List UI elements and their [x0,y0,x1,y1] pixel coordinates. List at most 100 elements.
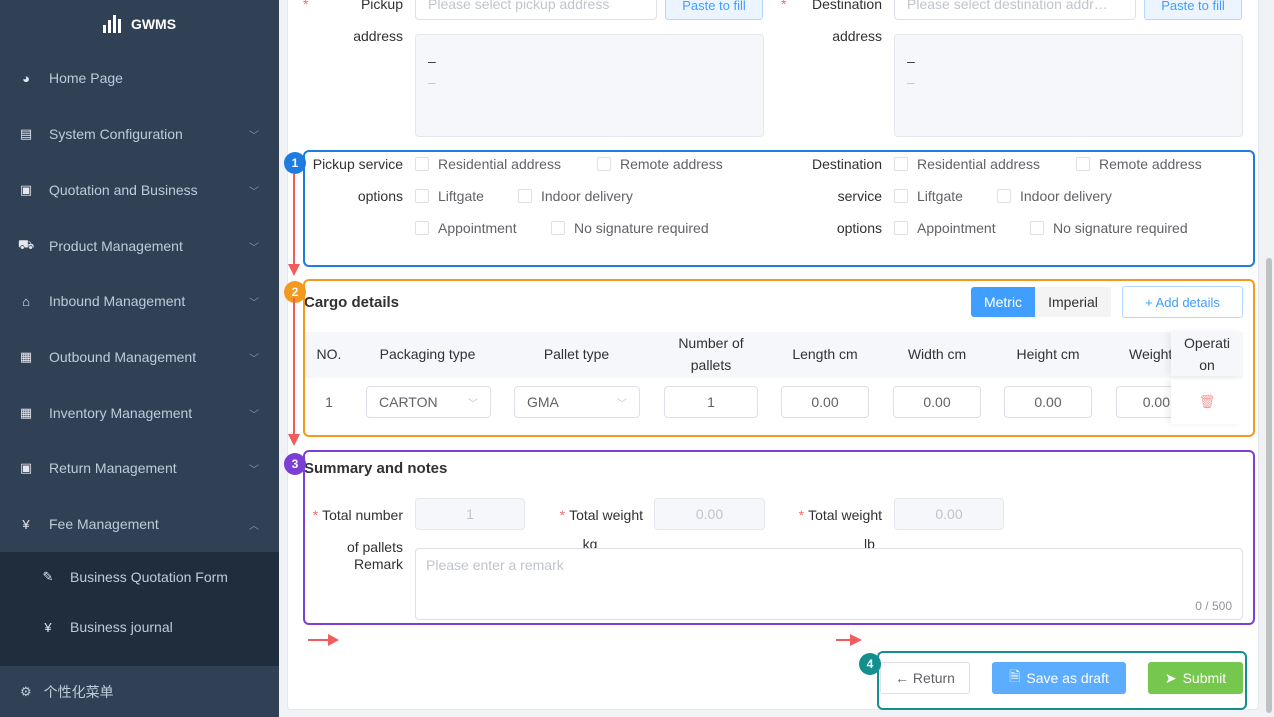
total-weight-lb-label: * Total weight [777,507,882,523]
menu-item-fee[interactable]: ¥ Fee Management ︿ [0,496,279,552]
menu-item-inbound[interactable]: ⌂ Inbound Management ﹀ [0,273,279,329]
checkbox-box[interactable] [415,157,429,171]
pickup-address-line2: – [428,75,436,90]
edit-icon: ✎ [42,569,54,584]
checkbox-box[interactable] [894,189,908,203]
menu-item-product[interactable]: ⛟ Product Management ﹀ [0,218,279,274]
dest-liftgate-checkbox[interactable]: Liftgate [894,188,963,204]
submenu-label: Business Quotation Form [70,569,228,585]
label-text: Destination [811,0,882,12]
logo-bars-icon [102,15,121,33]
pickup-paste-button[interactable]: Paste to fill [665,0,763,20]
select-value: GMA [527,394,559,410]
menu-item-custom[interactable]: ⚙ 个性化菜单 [0,666,279,717]
menu-label: Outbound Management [49,349,197,365]
checkbox-box[interactable] [997,189,1011,203]
submenu-item-business-journal[interactable]: ¥ Business journal [0,602,279,652]
column-header-length: Length cm [792,346,858,362]
arrow-2-to-3 [288,298,300,446]
pickup-indoor-checkbox[interactable]: Indoor delivery [518,188,633,204]
pickup-remote-checkbox[interactable]: Remote address [597,156,723,172]
destination-service-label-line2: service [837,188,882,204]
checkbox-box[interactable] [518,189,532,203]
required-mark: * [559,507,566,523]
chevron-down-icon: ﹀ [249,130,259,142]
destination-paste-button[interactable]: Paste to fill [1144,0,1242,20]
menu-item-home[interactable]: ◕ Home Page [0,50,279,106]
num-pallets-input[interactable]: 1 [664,386,758,418]
menu-label: Quotation and Business [49,182,198,198]
dest-residential-checkbox[interactable]: Residential address [894,156,1040,172]
pickup-address-select[interactable]: Please select pickup address [415,0,657,20]
weight-input[interactable]: 0.00 [1116,386,1172,418]
checkbox-box[interactable] [894,221,908,235]
submit-button[interactable]: ➤ Submit [1148,662,1243,694]
length-input[interactable]: 0.00 [781,386,869,418]
chevron-down-icon: ﹀ [249,297,259,309]
menu-item-outbound[interactable]: ▦ Outbound Management ﹀ [0,329,279,385]
destination-address-preview: – – [894,34,1243,137]
pickup-appointment-checkbox[interactable]: Appointment [415,220,517,236]
menu-item-quotation[interactable]: ▣ Quotation and Business ﹀ [0,162,279,218]
dest-appointment-checkbox[interactable]: Appointment [894,220,996,236]
send-icon: ➤ [1164,669,1177,686]
checkbox-box[interactable] [415,221,429,235]
pickup-address-label-line2: address [353,28,403,44]
dest-remote-checkbox[interactable]: Remote address [1076,156,1202,172]
menu-item-system-configuration[interactable]: ▤ System Configuration ﹀ [0,106,279,162]
checkbox-box[interactable] [894,157,908,171]
remark-placeholder: Please enter a remark [426,557,564,573]
destination-service-label-line3: options [836,220,882,236]
menu-item-inventory[interactable]: ▦ Inventory Management ﹀ [0,385,279,441]
checkbox-box[interactable] [551,221,565,235]
dest-nosig-checkbox[interactable]: No signature required [1030,220,1188,236]
pickup-address-preview: – – [415,34,764,137]
pickup-liftgate-checkbox[interactable]: Liftgate [415,188,484,204]
main-content: * Pickup address Please select pickup ad… [279,0,1274,717]
checkbox-box[interactable] [1030,221,1044,235]
submenu-item-business-quotation-form[interactable]: ✎ Business Quotation Form [0,552,279,602]
select-value: CARTON [379,394,438,410]
checkbox-box[interactable] [415,189,429,203]
delete-row-icon[interactable]: 🗑 [1171,380,1243,424]
save-draft-button[interactable]: 🗎 Save as draft [992,662,1126,694]
pickup-nosig-checkbox[interactable]: No signature required [551,220,709,236]
pickup-residential-checkbox[interactable]: Residential address [415,156,561,172]
packaging-type-select[interactable]: CARTON ﹀ [366,386,491,418]
annotation-arrows [288,174,339,646]
height-input[interactable]: 0.00 [1004,386,1092,418]
remark-textarea[interactable]: Please enter a remark 0 / 500 [415,548,1243,620]
remark-char-count: 0 / 500 [1195,599,1232,613]
grid-icon: ▦ [19,349,33,364]
total-pallets-field: 1 [415,498,525,530]
unit-imperial-button[interactable]: Imperial [1035,287,1111,317]
chevron-down-icon: ﹀ [249,186,259,198]
menu-item-return[interactable]: ▣ Return Management ﹀ [0,440,279,496]
arrow-1-to-2 [288,174,300,276]
brand-logo[interactable]: GWMS [0,0,279,48]
total-weight-kg-field: 0.00 [654,498,765,530]
add-details-button[interactable]: + Add details [1122,286,1243,318]
checkbox-label: Appointment [917,220,996,236]
pallet-type-select[interactable]: GMA ﹀ [514,386,640,418]
width-input[interactable]: 0.00 [893,386,981,418]
required-mark: * [781,0,787,12]
checkbox-box[interactable] [1076,157,1090,171]
vertical-scrollbar[interactable] [1266,258,1272,713]
column-header-weight: Weight [1129,346,1173,362]
quotation-icon: ▣ [19,182,33,197]
destination-address-select[interactable]: Please select destination addr… [894,0,1136,20]
home-icon: ⌂ [22,293,30,309]
submenu-label: Business journal [70,619,173,635]
label-text: Total weight [569,507,643,523]
unit-metric-button[interactable]: Metric [971,287,1035,317]
checkbox-label: Remote address [1099,156,1202,172]
dest-indoor-checkbox[interactable]: Indoor delivery [997,188,1112,204]
unit-toggle: Metric Imperial [971,287,1111,317]
checkbox-label: Indoor delivery [541,188,633,204]
checkbox-box[interactable] [597,157,611,171]
destination-address-line2: – [907,75,915,90]
menu-label: System Configuration [49,126,183,142]
arrow-3-to-4-left [308,634,339,646]
return-button[interactable]: ← Return [880,662,970,694]
